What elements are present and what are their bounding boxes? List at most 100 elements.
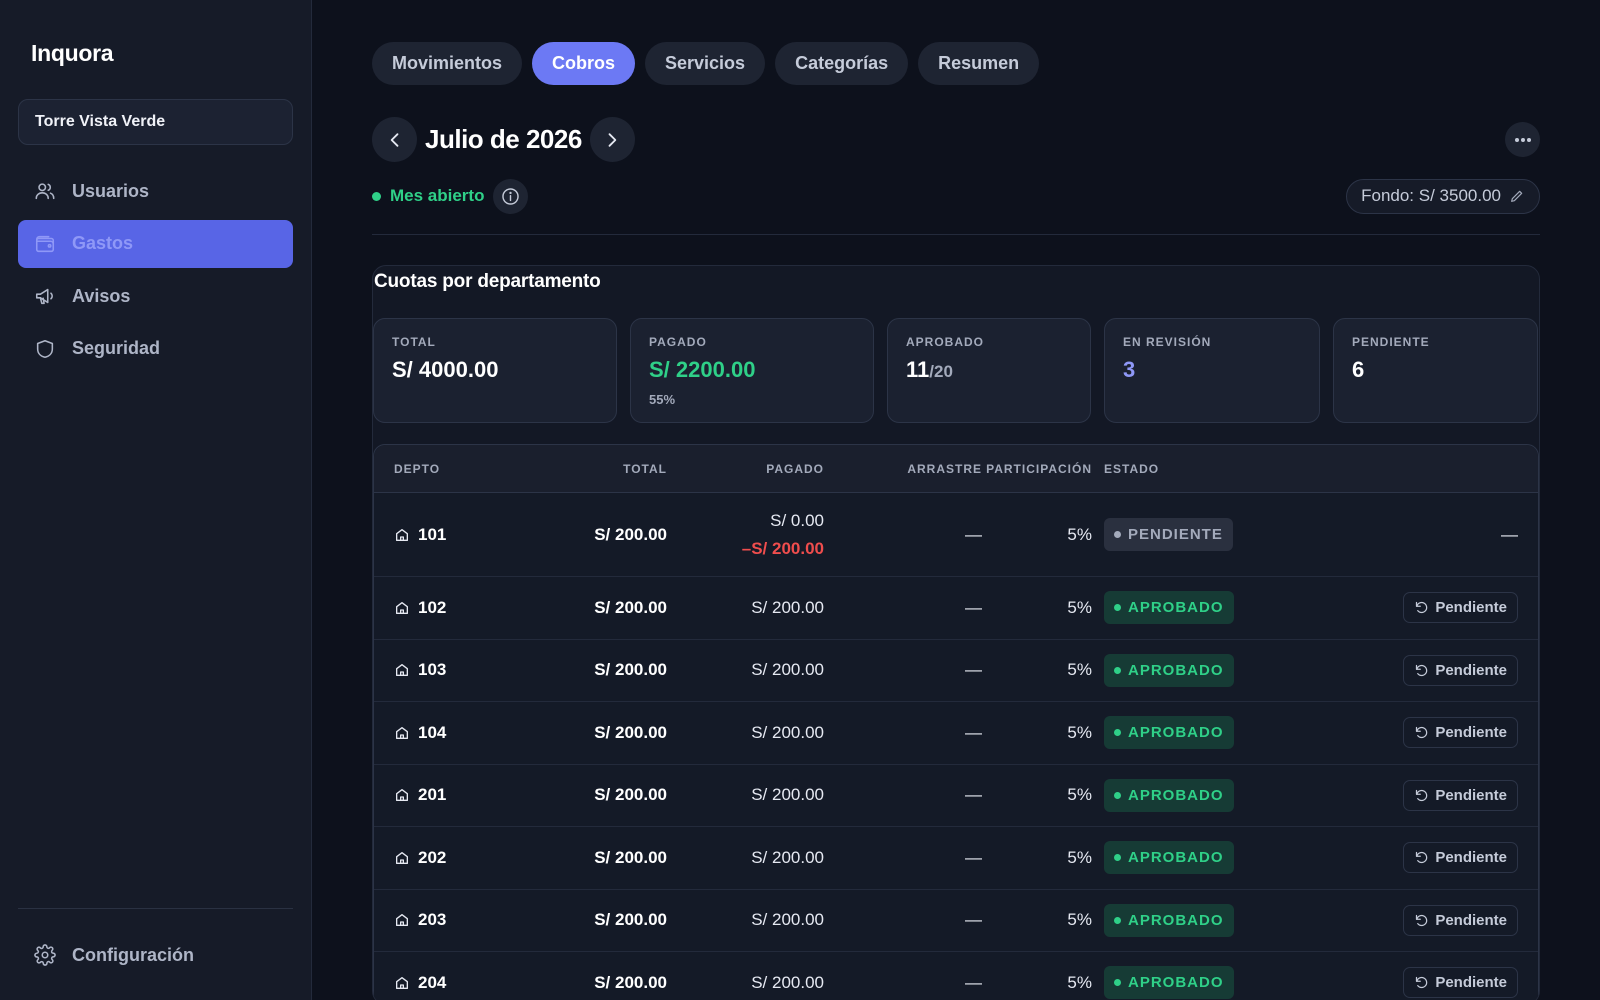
cell-arrastre: — <box>965 660 982 680</box>
megaphone-icon <box>34 285 56 307</box>
paid-amount: S/ 200.00 <box>751 660 824 680</box>
cell-depto: 201 <box>374 785 559 805</box>
prev-month-button[interactable] <box>372 117 417 162</box>
tab-cobros[interactable]: Cobros <box>532 42 636 85</box>
tab-resumen[interactable]: Resumen <box>918 42 1040 85</box>
revert-label: Pendiente <box>1435 911 1507 929</box>
paid-amount: S/ 200.00 <box>751 785 824 805</box>
cell-pagado: S/ 200.00 <box>667 973 824 993</box>
cell-pagado: S/ 200.00 <box>667 598 824 618</box>
status-badge: APROBADO <box>1104 903 1234 937</box>
revert-to-pending-button[interactable]: Pendiente <box>1403 654 1518 686</box>
table-header: DEPTO TOTAL PAGADO ARRASTRE PARTICIPACIÓ… <box>374 445 1538 493</box>
revert-label: Pendiente <box>1435 849 1507 867</box>
stat-value: 3 <box>1123 357 1136 382</box>
status-badge: APROBADO <box>1104 716 1234 750</box>
status-dot <box>372 191 381 201</box>
undo-icon <box>1416 789 1428 801</box>
cell-pagado: S/ 200.00 <box>667 910 824 930</box>
info-icon <box>502 187 520 205</box>
cell-actions: Pendiente <box>1292 904 1538 936</box>
cell-arrastre: — <box>965 972 982 992</box>
cell-actions: Pendiente <box>1292 842 1538 874</box>
main-content: Movimientos Cobros Servicios Categorías … <box>312 0 1600 1000</box>
stat-aprobado: APROBADO 11/20 <box>887 318 1091 423</box>
sidebar-item-seguridad[interactable]: Seguridad <box>18 325 293 373</box>
cell-depto: 204 <box>374 973 559 993</box>
status-dot <box>1114 916 1121 924</box>
paid-amount: S/ 200.00 <box>751 597 824 617</box>
next-month-button[interactable] <box>589 117 635 162</box>
sidebar-item-gastos[interactable]: Gastos <box>18 219 293 268</box>
col-header-participacion: PARTICIPACIÓN <box>986 461 1092 476</box>
tab-bar: Movimientos Cobros Servicios Categorías … <box>372 42 1540 85</box>
fees-table: DEPTO TOTAL PAGADO ARRASTRE PARTICIPACIÓ… <box>373 444 1539 1000</box>
more-options-button[interactable] <box>1505 122 1540 157</box>
info-button[interactable] <box>493 178 529 214</box>
fund-button[interactable]: Fondo: S/ 3500.00 <box>1346 178 1540 214</box>
cell-total: S/ 200.00 <box>594 785 667 805</box>
status-badge: PENDIENTE <box>1104 518 1233 551</box>
more-horizontal-icon <box>1514 137 1531 142</box>
cell-estado: APROBADO <box>1092 966 1292 1000</box>
status-badge: APROBADO <box>1104 841 1234 875</box>
status-badge: APROBADO <box>1104 591 1234 625</box>
revert-to-pending-button[interactable]: Pendiente <box>1403 592 1518 624</box>
cell-participacion: 5% <box>1067 660 1092 680</box>
stat-label: EN REVISIÓN <box>1123 335 1212 349</box>
card-title: Cuotas por departamento <box>374 271 601 292</box>
status-dot <box>1114 791 1121 799</box>
cell-total: S/ 200.00 <box>594 524 667 544</box>
building-selector[interactable]: Torre Vista Verde <box>18 99 293 145</box>
revert-label: Pendiente <box>1435 661 1507 679</box>
col-header-arrastre: ARRASTRE <box>907 461 982 476</box>
paid-amount: S/ 200.00 <box>751 722 824 742</box>
stat-value: S/ 4000.00 <box>392 357 499 382</box>
chevron-right-icon <box>608 132 617 147</box>
undo-icon <box>1416 852 1428 864</box>
tab-movimientos[interactable]: Movimientos <box>372 42 523 85</box>
cell-depto: 101 <box>374 525 559 545</box>
house-icon <box>396 664 408 677</box>
undo-icon <box>1416 727 1428 739</box>
stat-revision: EN REVISIÓN 3 <box>1104 318 1320 423</box>
revert-to-pending-button[interactable]: Pendiente <box>1403 842 1518 874</box>
sidebar-item-label: Usuarios <box>72 180 150 201</box>
depto-number: 201 <box>418 785 447 805</box>
table-row: 101 S/ 200.00 S/ 0.00 –S/ 200.00 — 5% PENDIENT… <box>374 493 1538 577</box>
revert-to-pending-button[interactable]: Pendiente <box>1403 904 1518 936</box>
depto-number: 104 <box>418 722 447 742</box>
sidebar-item-configuracion[interactable]: Configuración <box>18 931 293 979</box>
cell-participacion: 5% <box>1067 972 1092 992</box>
cell-arrastre: — <box>965 597 982 617</box>
cell-arrastre: — <box>965 524 982 544</box>
revert-to-pending-button[interactable]: Pendiente <box>1403 717 1518 749</box>
cell-total: S/ 200.00 <box>594 847 667 867</box>
paid-amount: S/ 200.00 <box>751 847 824 867</box>
cell-depto: 202 <box>374 848 559 868</box>
house-icon <box>396 914 408 927</box>
revert-label: Pendiente <box>1435 599 1507 617</box>
revert-to-pending-button[interactable]: Pendiente <box>1403 779 1518 811</box>
undo-icon <box>1416 602 1428 614</box>
cell-pagado: S/ 200.00 <box>667 723 824 743</box>
tab-servicios[interactable]: Servicios <box>645 42 766 85</box>
sidebar-item-avisos[interactable]: Avisos <box>18 272 293 320</box>
cell-pagado: S/ 0.00 –S/ 200.00 <box>667 511 824 559</box>
cell-actions: Pendiente <box>1292 779 1538 811</box>
sidebar-item-usuarios[interactable]: Usuarios <box>18 167 293 215</box>
tab-categorias[interactable]: Categorías <box>775 42 909 85</box>
stat-percentage: 55% <box>649 392 676 407</box>
cell-pagado: S/ 200.00 <box>667 660 824 680</box>
sidebar-item-label: Gastos <box>72 233 134 253</box>
gear-icon <box>34 944 56 966</box>
cell-estado: APROBADO <box>1092 591 1292 625</box>
revert-to-pending-button[interactable]: Pendiente <box>1403 967 1518 999</box>
sidebar: Inquora Torre Vista Verde Usuarios Gasto… <box>0 0 312 1000</box>
table-row: 201 S/ 200.00 S/ 200.00 — 5% APROBADO Pendient… <box>374 765 1538 827</box>
app-root: Inquora Torre Vista Verde Usuarios Gasto… <box>0 0 1600 1000</box>
cell-actions: Pendiente <box>1292 717 1538 749</box>
status-dot <box>1114 531 1121 538</box>
cell-estado: APROBADO <box>1092 653 1292 687</box>
cell-total: S/ 200.00 <box>594 910 667 930</box>
